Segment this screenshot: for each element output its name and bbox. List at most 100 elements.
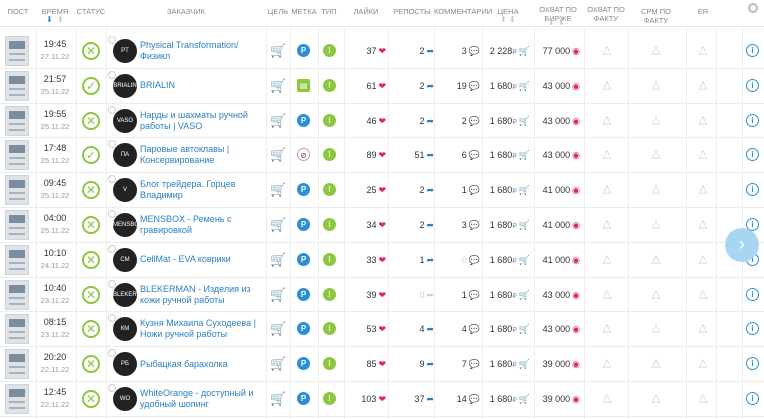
channel-name[interactable]: CellMat - EVA коврики: [140, 243, 262, 277]
avatar[interactable]: BLEKERMAN: [113, 282, 137, 307]
info-green-icon[interactable]: i: [323, 78, 336, 92]
triangle-icon[interactable]: △: [601, 79, 613, 91]
channel-name[interactable]: BRIALIN: [140, 69, 262, 103]
triangle-icon[interactable]: △: [650, 253, 662, 265]
triangle-icon[interactable]: △: [601, 44, 613, 56]
channel-link[interactable]: Кузня Михаила Суходеева | Ножи ручной ра…: [140, 312, 262, 346]
triangle-icon[interactable]: △: [697, 148, 709, 160]
triangle-icon[interactable]: △: [601, 183, 613, 195]
col-goal[interactable]: ЦЕЛЬ: [266, 0, 290, 27]
sort-desc-icon[interactable]: ⬇: [46, 16, 53, 24]
sort-icon[interactable]: ⬆: [500, 16, 507, 24]
triangle-icon[interactable]: △: [601, 288, 613, 300]
cart-icon[interactable]: 🛒: [270, 391, 286, 407]
cart-icon[interactable]: 🛒: [270, 43, 286, 59]
channel-link[interactable]: Рыбацкая барахолка: [140, 347, 228, 381]
info-icon[interactable]: i: [746, 357, 759, 371]
info-icon[interactable]: i: [746, 287, 759, 301]
info-icon[interactable]: i: [746, 322, 759, 336]
cart-icon[interactable]: 🛒: [270, 321, 286, 337]
info-green-icon[interactable]: i: [323, 113, 336, 127]
gear-icon[interactable]: [748, 3, 758, 13]
avatar[interactable]: BRIALIN: [113, 73, 137, 98]
cart-icon[interactable]: 🛒: [270, 356, 286, 372]
triangle-icon[interactable]: △: [650, 114, 662, 126]
status-icon[interactable]: ✕: [82, 42, 100, 60]
cart-icon[interactable]: 🛒: [270, 182, 286, 198]
col-likes[interactable]: ЛАЙКИ: [346, 0, 386, 27]
triangle-icon[interactable]: △: [601, 253, 613, 265]
col-reach-exchange[interactable]: ОХВАТ ПО БИРЖЕ ⬆ ⬇: [536, 0, 580, 27]
avatar[interactable]: ПА: [113, 143, 137, 168]
post-thumbnail[interactable]: [5, 175, 29, 206]
col-comments[interactable]: КОММЕНТАРИИ: [434, 0, 492, 27]
info-green-icon[interactable]: i: [323, 252, 336, 266]
cart-icon[interactable]: 🛒: [270, 78, 286, 94]
table-row[interactable]: 10:10 24.11.22 ✕ CM CellMat - EVA коврики 🛒 Pi…: [0, 243, 764, 278]
col-post[interactable]: ПОСТ: [4, 0, 32, 27]
channel-link[interactable]: MENSBOX - Ремень с гравировкой: [140, 208, 262, 242]
info-green-icon[interactable]: i: [323, 148, 336, 162]
col-type[interactable]: ТИП: [318, 0, 340, 27]
status-icon[interactable]: ✕: [82, 389, 100, 408]
table-row[interactable]: 21:57 25.11.22 ✓ BRIALIN BRIALIN 🛒 ▤ i 61 ❤ 2 ➦ 19 💬 1…: [0, 69, 764, 104]
info-icon[interactable]: i: [746, 78, 759, 92]
info-icon[interactable]: i: [746, 148, 759, 162]
table-row[interactable]: 20:20 22.11.22 ✕ РБ Рыбацкая барахолка 🛒 Pi 85 ❤…: [0, 347, 764, 382]
cart-icon[interactable]: 🛒: [270, 252, 286, 268]
channel-name[interactable]: Нарды и шахматы ручной работы | VASO: [140, 104, 262, 138]
table-row[interactable]: 17:48 25.11.22 ✓ ПА Паровые автоклавы | Конс…: [0, 138, 764, 174]
post-thumbnail[interactable]: [5, 140, 29, 171]
avatar[interactable]: WO: [113, 386, 137, 411]
table-row[interactable]: 19:45 27.11.22 ✕ PT Physical Transformation/…: [0, 34, 764, 69]
channel-name[interactable]: Physical Transformation/ Физикл: [140, 34, 262, 68]
info-green-icon[interactable]: i: [323, 391, 336, 405]
channel-name[interactable]: BLEKERMAN - Изделия из кожи ручной работ…: [140, 278, 262, 312]
cart-icon[interactable]: 🛒: [270, 147, 286, 163]
channel-link[interactable]: Physical Transformation/ Физикл: [140, 34, 262, 68]
triangle-icon[interactable]: △: [650, 392, 662, 404]
triangle-icon[interactable]: △: [697, 322, 709, 334]
status-icon[interactable]: ✕: [82, 215, 100, 234]
channel-name[interactable]: Блог трейдера. Горцев Владимир: [140, 173, 262, 207]
status-icon[interactable]: ✕: [82, 285, 100, 304]
avatar[interactable]: PT: [113, 39, 137, 63]
info-green-icon[interactable]: i: [323, 183, 336, 197]
info-green-icon[interactable]: i: [323, 287, 336, 301]
info-green-icon[interactable]: i: [323, 217, 336, 231]
channel-link[interactable]: WhiteOrange - доступный и удобный шопинг: [140, 382, 262, 416]
col-mark[interactable]: МЕТКА: [290, 0, 318, 27]
post-thumbnail[interactable]: [5, 279, 29, 310]
channel-name[interactable]: Кузня Михаила Суходеева | Ножи ручной ра…: [140, 312, 262, 346]
info-green-icon[interactable]: i: [323, 357, 336, 371]
post-thumbnail[interactable]: [5, 105, 29, 136]
col-reposts[interactable]: РЕПОСТЫ: [390, 0, 434, 27]
triangle-icon[interactable]: △: [601, 357, 613, 369]
post-thumbnail[interactable]: [5, 383, 29, 414]
channel-link[interactable]: Блог трейдера. Горцев Владимир: [140, 173, 262, 207]
triangle-icon[interactable]: △: [697, 79, 709, 91]
sort-icon[interactable]: ⬇: [509, 16, 516, 24]
triangle-icon[interactable]: △: [697, 288, 709, 300]
triangle-icon[interactable]: △: [601, 148, 613, 160]
avatar[interactable]: CM: [113, 247, 137, 272]
cart-icon[interactable]: 🛒: [270, 287, 286, 303]
triangle-icon[interactable]: △: [650, 288, 662, 300]
status-icon[interactable]: ✓: [82, 146, 100, 165]
col-price[interactable]: ЦЕНА ⬆ ⬇: [488, 0, 528, 27]
triangle-icon[interactable]: △: [601, 322, 613, 334]
triangle-icon[interactable]: △: [650, 79, 662, 91]
status-icon[interactable]: ✕: [82, 320, 100, 339]
post-thumbnail[interactable]: [5, 70, 29, 101]
post-thumbnail[interactable]: [5, 314, 29, 345]
avatar[interactable]: MENSBOX: [113, 212, 137, 237]
info-icon[interactable]: i: [746, 44, 759, 57]
triangle-icon[interactable]: △: [697, 114, 709, 126]
table-row[interactable]: 19:55 25.11.22 ✕ VASO Нарды и шахматы ручной…: [0, 104, 764, 139]
avatar[interactable]: КМ: [113, 317, 137, 342]
triangle-icon[interactable]: △: [697, 183, 709, 195]
chevron-right-icon[interactable]: ›: [725, 228, 759, 262]
triangle-icon[interactable]: △: [697, 44, 709, 56]
avatar[interactable]: РБ: [113, 352, 137, 377]
sort-icon[interactable]: ⬇: [558, 19, 565, 27]
